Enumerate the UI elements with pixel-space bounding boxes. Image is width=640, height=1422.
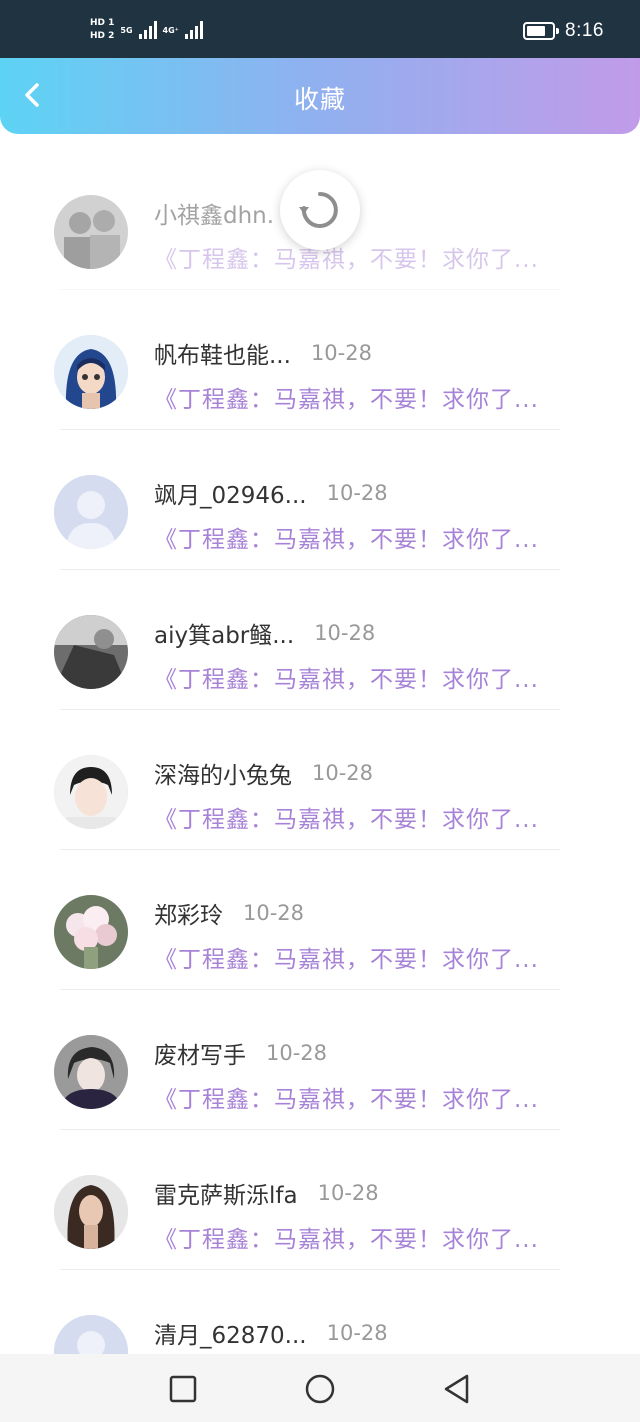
author-name: 帆布鞋也能... (154, 343, 291, 369)
nav-back-button[interactable] (440, 1372, 474, 1406)
avatar[interactable] (54, 615, 128, 689)
list-item[interactable]: 飒月_02946... 10-28 《丁程鑫：马嘉祺，不要！求你了... (0, 430, 640, 570)
list-item[interactable]: aiy箕abr鳋... 10-28 《丁程鑫：马嘉祺，不要！求你了... (0, 570, 640, 710)
item-date: 10-28 (312, 761, 374, 785)
avatar[interactable] (54, 195, 128, 269)
avatar[interactable] (54, 335, 128, 409)
status-left: HD 1 HD 2 5G 4G⁺ (90, 14, 203, 46)
signal-bars-icon (138, 21, 157, 39)
item-excerpt: 《丁程鑫：马嘉祺，不要！求你了... (154, 527, 539, 553)
dark-portrait-avatar (54, 1035, 128, 1109)
loading-spinner (280, 170, 360, 250)
refresh-spinner-icon (299, 192, 338, 228)
network-4g-label: 4G⁺ (162, 25, 179, 35)
clock: 8:16 (565, 20, 604, 41)
triangle-back-icon (444, 1374, 469, 1404)
item-excerpt: 《丁程鑫：马嘉祺，不要！求你了... (154, 1227, 539, 1253)
page-title: 收藏 (293, 85, 346, 114)
avatar[interactable] (54, 895, 128, 969)
item-excerpt: 《丁程鑫：马嘉祺，不要！求你了... (154, 667, 539, 693)
square-icon (169, 1375, 197, 1403)
status-bar: HD 1 HD 2 5G 4G⁺ 8:16 (0, 0, 640, 58)
avatar[interactable] (54, 1035, 128, 1109)
girl-portrait-avatar (54, 1175, 128, 1249)
photo-group-avatar (54, 195, 128, 269)
item-date: 10-28 (310, 341, 372, 365)
default-user-avatar (54, 1315, 128, 1354)
favorites-list[interactable]: 小祺鑫dhn.10-29《丁程鑫：马嘉祺，不要！求你了...帆布鞋也能...10… (0, 150, 640, 1354)
author-name: 飒月_02946... (154, 483, 307, 509)
circle-icon (305, 1374, 335, 1404)
avatar[interactable] (54, 1175, 128, 1249)
sim2-indicator: HD 2 (90, 31, 115, 41)
blue-hood-avatar (54, 335, 128, 409)
author-name: 小祺鑫dhn. (154, 203, 275, 229)
author-name: 深海的小兔兔 (154, 763, 292, 789)
item-date: 10-28 (266, 1041, 328, 1065)
flower-bouquet-avatar (54, 895, 128, 969)
list-item[interactable]: 深海的小兔兔 10-28 《丁程鑫：马嘉祺，不要！求你了... (0, 710, 640, 850)
author-name: 废材写手 (154, 1043, 246, 1069)
item-date: 10-28 (326, 481, 388, 505)
boy-portrait-avatar (54, 755, 128, 829)
item-excerpt: 《丁程鑫：马嘉祺，不要！求你了... (154, 807, 539, 833)
author-name: aiy箕abr鳋... (154, 623, 295, 649)
avatar[interactable] (54, 1315, 128, 1354)
item-date: 10-28 (317, 1181, 379, 1205)
system-nav-bar (0, 1354, 640, 1422)
avatar[interactable] (54, 475, 128, 549)
list-item[interactable]: 清月_62870... 10-28 (0, 1270, 640, 1354)
recents-button[interactable] (166, 1372, 200, 1406)
list-item[interactable]: 雷克萨斯泺lfa 10-28 《丁程鑫：马嘉祺，不要！求你了... (0, 1130, 640, 1270)
home-button[interactable] (303, 1372, 337, 1406)
sim1-indicator: HD 1 (90, 18, 115, 28)
network-5g-label: 5G (120, 25, 133, 35)
page-header: 收藏 (0, 58, 640, 134)
item-excerpt: 《丁程鑫：马嘉祺，不要！求你了... (154, 947, 539, 973)
author-name: 郑彩玲 (154, 903, 223, 929)
item-excerpt: 《丁程鑫：马嘉祺，不要！求你了... (154, 1087, 539, 1113)
item-date: 10-28 (326, 1321, 388, 1345)
author-name: 雷克萨斯泺lfa (154, 1183, 298, 1209)
list-item[interactable]: 帆布鞋也能... 10-28 《丁程鑫：马嘉祺，不要！求你了... (0, 290, 640, 430)
item-excerpt: 《丁程鑫：马嘉祺，不要！求你了... (154, 247, 539, 273)
default-user-avatar (54, 475, 128, 549)
grayscale-photo-avatar (54, 615, 128, 689)
signal-bars-icon (184, 21, 203, 39)
list-item[interactable]: 废材写手 10-28 《丁程鑫：马嘉祺，不要！求你了... (0, 990, 640, 1130)
battery-icon (523, 22, 560, 40)
item-excerpt: 《丁程鑫：马嘉祺，不要！求你了... (154, 387, 539, 413)
list-item[interactable]: 郑彩玲 10-28 《丁程鑫：马嘉祺，不要！求你了... (0, 850, 640, 990)
author-name: 清月_62870... (154, 1323, 307, 1349)
item-date: 10-28 (314, 621, 376, 645)
avatar[interactable] (54, 755, 128, 829)
item-date: 10-28 (243, 901, 305, 925)
